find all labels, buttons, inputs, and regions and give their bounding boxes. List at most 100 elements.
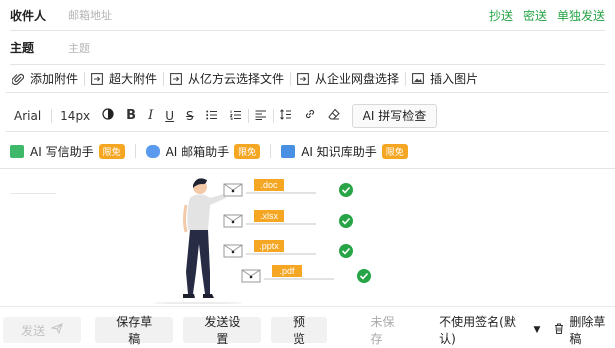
line-height-button[interactable] [274, 105, 298, 127]
bullet-list-button[interactable] [200, 105, 224, 127]
import-icon [297, 72, 309, 85]
file-row: .pdf [241, 265, 371, 283]
clear-format-button[interactable] [322, 105, 346, 127]
send-icon [50, 323, 63, 337]
subject-label: 主题 [10, 41, 35, 55]
align-button[interactable] [249, 105, 273, 127]
image-icon [412, 73, 425, 84]
free-badge: 限免 [234, 143, 261, 159]
signature-label: 不使用签名(默认) [439, 315, 516, 346]
recipient-options: 抄送 密送 单独发送 [489, 7, 605, 24]
footer-bar: 发送 保存草稿 发送设置 预览 未保存 不使用签名(默认) ▼ 删除草稿 [0, 313, 615, 347]
person-illustration [153, 178, 243, 304]
ai-knowledge-base-button[interactable]: AI 知识库助手 限免 [281, 143, 408, 160]
numbered-list-button[interactable] [224, 105, 248, 127]
envelope-dot [231, 250, 235, 254]
file-type-label: .xlsx [260, 211, 279, 221]
link-icon [304, 108, 316, 123]
file-type-label: .doc [260, 180, 278, 190]
insert-image-label: 插入图片 [430, 72, 479, 86]
netdisk-button[interactable]: 从企业网盘选择 [291, 69, 405, 89]
progress-line [264, 278, 334, 280]
check-icon [357, 269, 371, 283]
caret-down-icon: ▼ [533, 325, 541, 335]
cc-link[interactable]: 抄送 [489, 7, 513, 24]
underline-button[interactable]: U [159, 105, 180, 127]
ai-writer-label: AI 写信助手 [30, 144, 94, 159]
insert-image-button[interactable]: 插入图片 [406, 69, 484, 89]
envelope-dot [231, 189, 235, 193]
send-label: 发送 [21, 323, 46, 338]
file-row: .pptx [223, 240, 353, 258]
empty-state-illustration: .doc .xlsx .pptx .pdf [153, 178, 371, 304]
progress-line [246, 253, 316, 255]
bold-button[interactable]: B [120, 105, 142, 127]
ai-mailbox-button[interactable]: AI 邮箱助手 限免 [145, 143, 261, 160]
check-icon [339, 183, 353, 197]
font-size-select[interactable]: 14px [52, 105, 96, 127]
contrast-icon [102, 108, 114, 123]
add-attachment-label: 添加附件 [30, 72, 79, 86]
book-icon [10, 144, 24, 158]
save-status: 未保存 [370, 315, 395, 346]
progress-line [246, 192, 316, 194]
ai-assistant-row: AI 写信助手 限免 AI 邮箱助手 限免 AI 知识库助手 限免 [10, 137, 605, 165]
ai-mailbox-label: AI 邮箱助手 [165, 144, 230, 159]
recipient-input[interactable]: 邮箱地址 [68, 7, 112, 23]
recipient-label: 收件人 [10, 8, 47, 23]
align-left-icon [255, 109, 267, 123]
file-row: .doc [223, 179, 353, 197]
file-type-label: .pdf [279, 266, 295, 276]
line-height-icon [279, 108, 292, 123]
editor-placeholder-line [10, 193, 56, 194]
divider [270, 144, 272, 158]
strikethrough-button[interactable]: S [180, 105, 200, 127]
ai-writer-button[interactable]: AI 写信助手 限免 [10, 143, 125, 160]
ai-spellcheck-button[interactable]: AI 拼写检查 [351, 103, 438, 128]
bcc-link[interactable]: 密送 [523, 7, 547, 24]
file-type-label: .pptx [259, 241, 279, 251]
netdisk-label: 从企业网盘选择 [315, 72, 400, 86]
free-badge: 限免 [98, 143, 125, 159]
italic-button[interactable]: I [142, 105, 159, 127]
footer-border [0, 306, 615, 307]
font-family-select[interactable]: Arial [6, 105, 51, 127]
numbered-list-icon [229, 109, 242, 123]
preview-button[interactable]: 预览 [271, 315, 327, 346]
file-row: .xlsx [223, 210, 353, 228]
separate-send-link[interactable]: 单独发送 [557, 7, 605, 24]
signature-select[interactable]: 不使用签名(默认) ▼ [439, 313, 540, 347]
book-icon [281, 144, 296, 158]
attachment-toolbar: 添加附件 超大附件 从亿方云选择文件 从企业网盘选择 插入图片 [6, 65, 609, 93]
delete-draft-label: 删除草稿 [569, 315, 606, 346]
format-toolbar: Arial 14px B I U S AI 拼写检查 [6, 100, 609, 132]
robot-icon [145, 144, 160, 158]
eraser-icon [327, 108, 340, 123]
send-settings-button[interactable]: 发送设置 [183, 315, 262, 346]
add-attachment-button[interactable]: 添加附件 [6, 69, 84, 89]
cloud-file-label: 从亿方云选择文件 [188, 72, 285, 86]
divider [134, 144, 136, 158]
progress-line [246, 223, 316, 225]
send-button[interactable]: 发送 [3, 317, 82, 343]
subject-row: 主题 主题 [10, 31, 605, 65]
import-icon [170, 72, 182, 85]
save-draft-button[interactable]: 保存草稿 [95, 315, 174, 346]
upload-icon [91, 72, 103, 85]
large-attachment-label: 超大附件 [109, 72, 158, 86]
file-rows: .doc .xlsx .pptx .pdf [223, 179, 371, 283]
ai-knowledge-base-label: AI 知识库助手 [301, 144, 377, 159]
check-icon [339, 244, 353, 258]
bullet-list-icon [205, 109, 218, 123]
check-icon [339, 214, 353, 228]
subject-input[interactable]: 主题 [68, 40, 90, 56]
envelope-dot [249, 275, 253, 279]
text-color-button[interactable] [96, 105, 120, 127]
delete-draft-button[interactable]: 删除草稿 [554, 313, 615, 347]
large-attachment-button[interactable]: 超大附件 [85, 69, 163, 89]
trash-icon [554, 323, 564, 337]
cloud-file-button[interactable]: 从亿方云选择文件 [164, 69, 290, 89]
editor-top-border [0, 168, 615, 169]
link-button[interactable] [298, 105, 322, 127]
free-badge: 限免 [381, 143, 408, 159]
